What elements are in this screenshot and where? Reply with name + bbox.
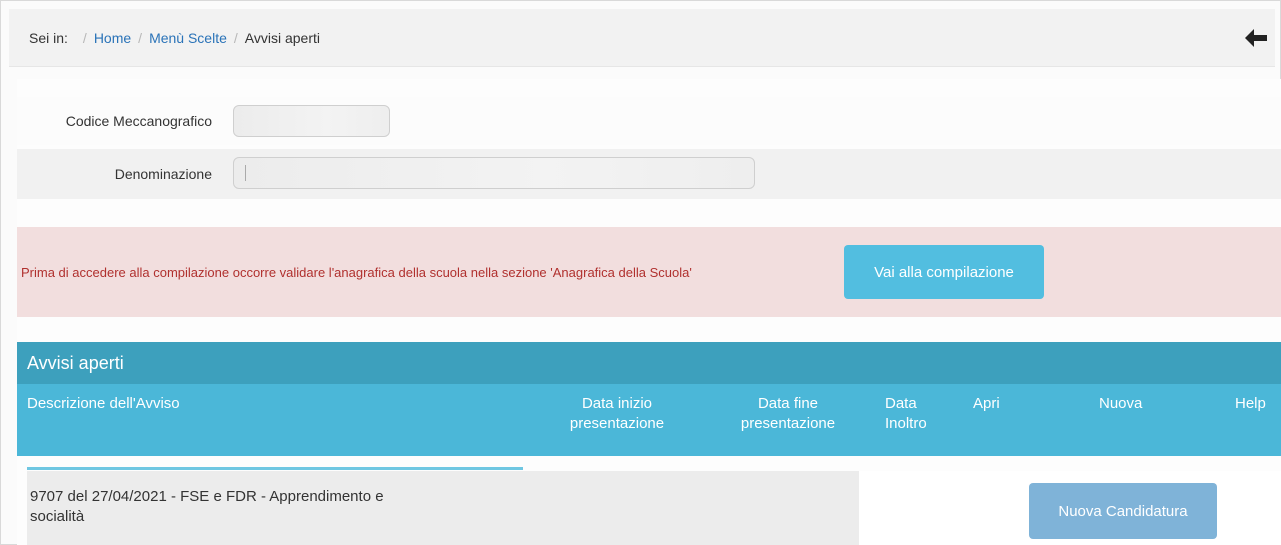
- alert-message: Prima di accedere alla compilazione occo…: [21, 264, 692, 280]
- breadcrumb-current: Avvisi aperti: [244, 29, 320, 46]
- table-title: Avvisi aperti: [17, 342, 1281, 384]
- breadcrumb-home-link[interactable]: Home: [94, 30, 131, 46]
- breadcrumb-menu-scelte-link[interactable]: Menù Scelte: [149, 30, 227, 46]
- breadcrumb-prefix: Sei in:: [29, 29, 68, 46]
- col-data-inizio-line2: presentazione: [569, 415, 665, 432]
- col-data-fine: Data fine presentazione: [723, 394, 853, 434]
- table-header: Descrizione dell'Avviso Data inizio pres…: [17, 384, 1281, 456]
- col-descrizione: Descrizione dell'Avviso: [27, 395, 180, 412]
- col-data-inoltro-line2: Inoltro: [885, 415, 927, 432]
- nuova-candidatura-button[interactable]: Nuova Candidatura: [1029, 483, 1217, 539]
- codice-row: Codice Meccanografico: [17, 97, 1281, 145]
- breadcrumb: Sei in: / Home / Menù Scelte / Avvisi ap…: [9, 9, 1275, 67]
- col-data-inoltro-line1: Data: [885, 395, 917, 412]
- denominazione-row: Denominazione: [17, 149, 1281, 199]
- header-underline: [27, 467, 523, 470]
- page-frame: Sei in: / Home / Menù Scelte / Avvisi ap…: [0, 0, 1281, 545]
- arrow-left-icon[interactable]: [1243, 27, 1269, 49]
- col-data-inoltro: Data Inoltro: [885, 394, 927, 434]
- breadcrumb-separator: /: [138, 29, 143, 46]
- vai-alla-compilazione-button[interactable]: Vai alla compilazione: [844, 245, 1044, 299]
- table-row: 9707 del 27/04/2021 - FSE e FDR - Appren…: [27, 471, 1281, 545]
- codice-label: Codice Meccanografico: [65, 113, 212, 129]
- breadcrumb-separator: /: [233, 29, 238, 46]
- denominazione-field[interactable]: [233, 157, 755, 189]
- avviso-description: 9707 del 27/04/2021 - FSE e FDR - Appren…: [27, 471, 859, 545]
- col-apri: Apri: [973, 395, 1000, 412]
- col-data-fine-line2: presentazione: [740, 415, 836, 432]
- denominazione-label: Denominazione: [114, 166, 212, 182]
- col-data-inizio-line1: Data inizio: [581, 395, 653, 412]
- text-caret: [245, 165, 246, 181]
- col-data-fine-line1: Data fine: [757, 395, 819, 412]
- col-help: Help: [1235, 395, 1266, 412]
- col-nuova: Nuova: [1099, 395, 1143, 412]
- validation-alert: Prima di accedere alla compilazione occo…: [17, 227, 1281, 317]
- avviso-description-line1: 9707 del 27/04/2021 - FSE e FDR - Appren…: [30, 488, 384, 505]
- codice-meccanografico-field[interactable]: [233, 105, 390, 137]
- col-data-inizio: Data inizio presentazione: [552, 394, 682, 434]
- breadcrumb-separator: /: [82, 29, 87, 46]
- avviso-description-line2: socialità: [30, 508, 85, 525]
- main-panel: Codice Meccanografico Denominazione Prim…: [17, 79, 1281, 545]
